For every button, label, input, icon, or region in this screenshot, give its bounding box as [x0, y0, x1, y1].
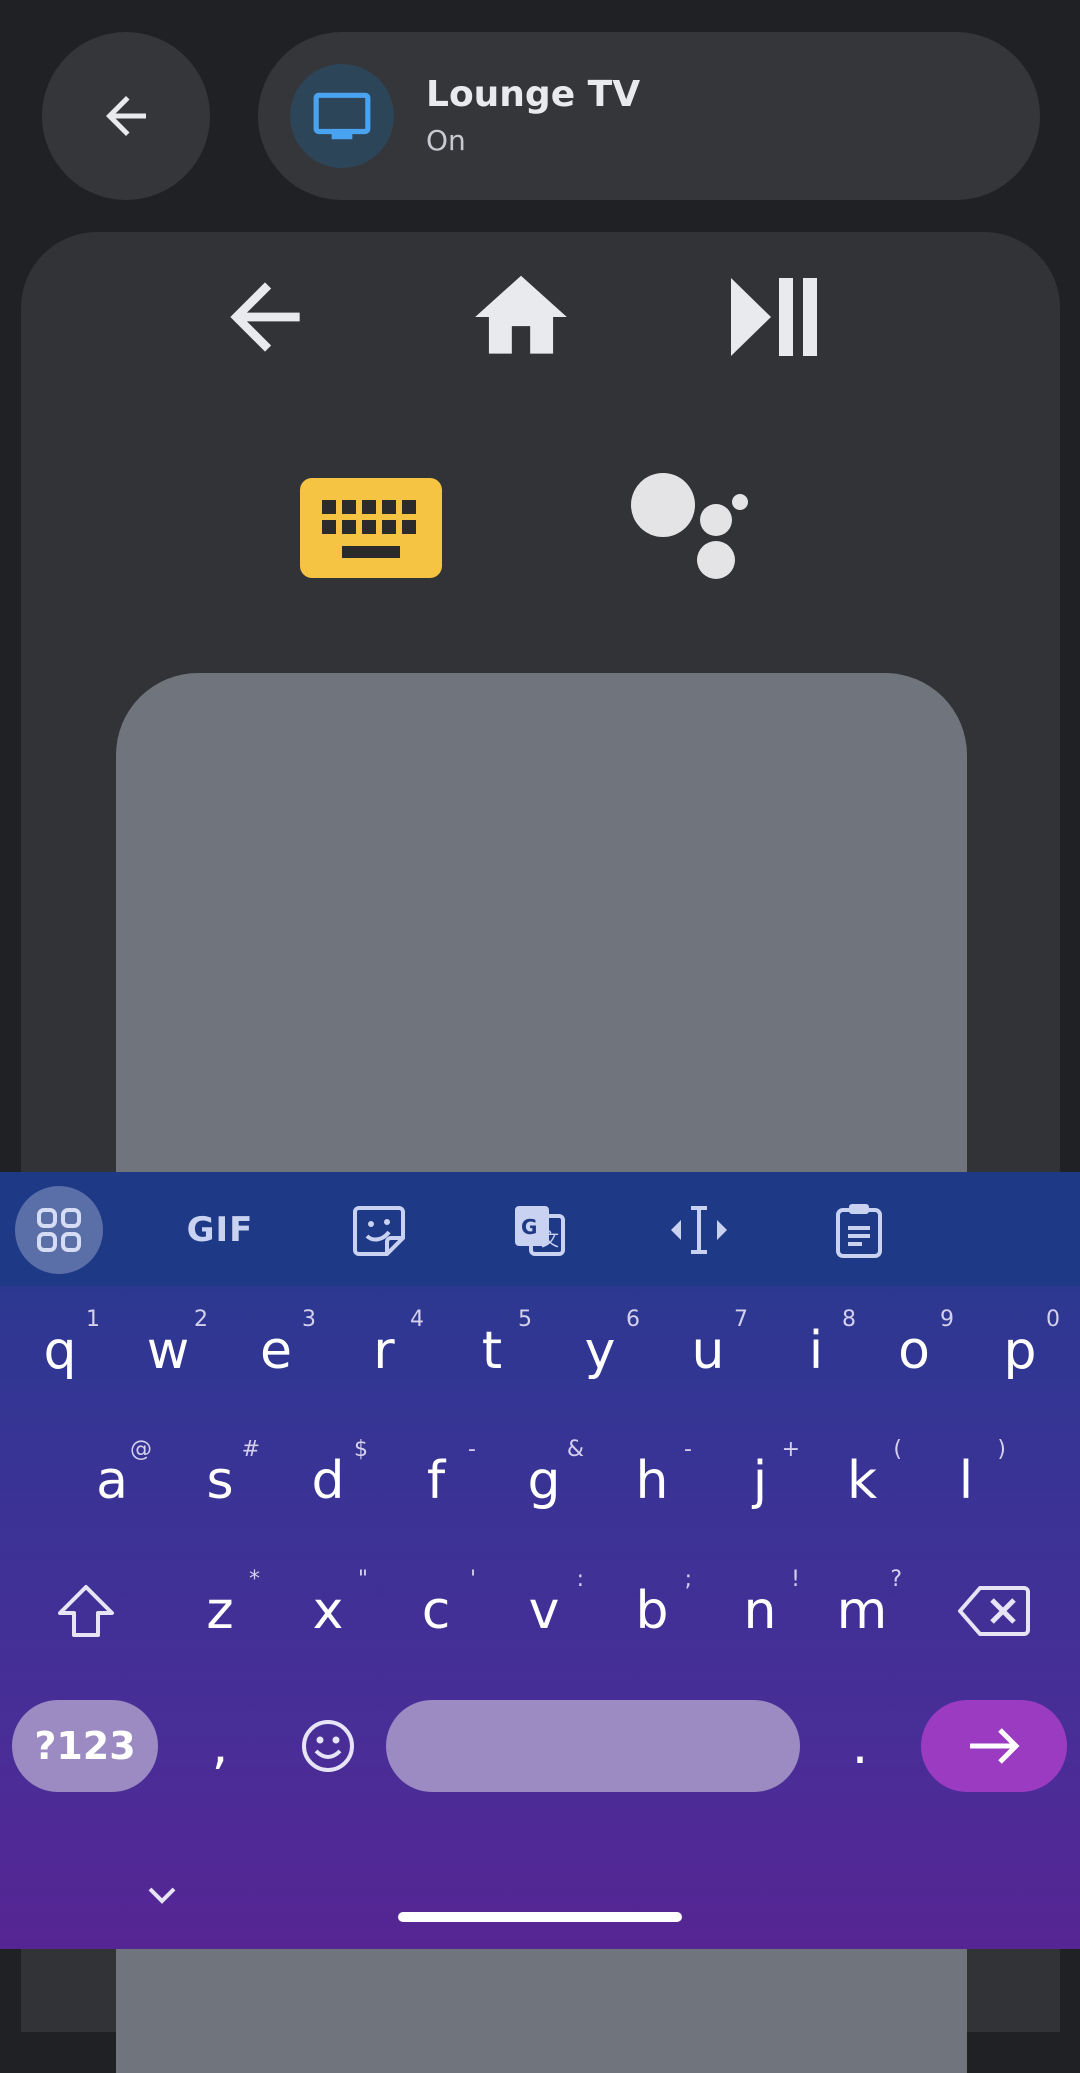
translate-icon: G 文	[515, 1206, 565, 1256]
tv-icon	[313, 92, 371, 140]
text-cursor-icon	[671, 1206, 727, 1254]
key-s[interactable]: s #	[166, 1421, 274, 1541]
translate-button[interactable]: G 文	[495, 1186, 583, 1274]
key-t[interactable]: t5	[438, 1291, 546, 1411]
shift-key[interactable]	[32, 1551, 140, 1671]
space-key[interactable]	[386, 1700, 800, 1792]
gif-button[interactable]: GIF	[175, 1186, 265, 1274]
gif-label: GIF	[186, 1210, 254, 1250]
clipboard-icon	[836, 1204, 882, 1258]
arrow-back-icon	[106, 96, 146, 136]
device-status: On	[426, 124, 466, 157]
back-button[interactable]	[42, 32, 210, 200]
key-q[interactable]: q1	[6, 1291, 114, 1411]
grid-icon	[37, 1208, 81, 1252]
soft-keyboard: GIF G 文 q 1 w 2 e 3 r 4 t 5 y 6 u 7 i 8 …	[0, 1172, 1080, 1949]
key-u[interactable]: u7	[654, 1291, 762, 1411]
home-icon	[475, 275, 567, 354]
key-h[interactable]: h-	[598, 1421, 706, 1541]
key-x[interactable]: x "	[274, 1551, 382, 1671]
backspace-key[interactable]	[940, 1551, 1048, 1671]
key-o[interactable]: o9	[860, 1291, 968, 1411]
backspace-icon	[958, 1586, 1030, 1636]
enter-key[interactable]	[921, 1700, 1067, 1792]
device-selector[interactable]: Lounge TV On	[258, 32, 1040, 200]
key-r[interactable]: r4	[330, 1291, 438, 1411]
comma-key[interactable]: ,	[166, 1686, 274, 1806]
key-a[interactable]: a @	[58, 1421, 166, 1541]
remote-home-button[interactable]	[466, 262, 576, 372]
device-icon-container	[290, 64, 394, 168]
keyboard-button[interactable]	[300, 478, 442, 578]
emoji-key[interactable]	[274, 1686, 382, 1806]
keyboard-toolbar: GIF G 文	[0, 1172, 1080, 1286]
period-key[interactable]: .	[806, 1686, 914, 1806]
hide-keyboard-button[interactable]	[142, 1880, 182, 1910]
key-v[interactable]: v:	[490, 1551, 598, 1671]
key-m[interactable]: m?	[808, 1551, 916, 1671]
key-k[interactable]: k(	[808, 1421, 916, 1541]
home-indicator[interactable]	[398, 1912, 682, 1922]
arrow-back-icon	[230, 282, 300, 352]
text-cursor-button[interactable]	[655, 1186, 743, 1274]
emoji-icon	[302, 1720, 354, 1772]
key-i[interactable]: i8	[762, 1291, 870, 1411]
clipboard-button[interactable]	[815, 1186, 903, 1274]
key-j[interactable]: j +	[706, 1421, 814, 1541]
apps-button[interactable]	[15, 1186, 103, 1274]
key-g[interactable]: g &	[490, 1421, 598, 1541]
play-pause-button[interactable]	[720, 262, 830, 372]
key-w[interactable]: w2	[114, 1291, 222, 1411]
key-d[interactable]: d $	[274, 1421, 382, 1541]
shift-icon	[58, 1585, 114, 1637]
assistant-button[interactable]	[628, 470, 752, 582]
key-n[interactable]: n!	[706, 1551, 814, 1671]
key-p[interactable]: p0	[966, 1291, 1074, 1411]
remote-back-button[interactable]	[210, 262, 320, 372]
key-c[interactable]: c '	[382, 1551, 490, 1671]
arrow-forward-icon	[970, 1728, 1020, 1764]
sticker-icon	[353, 1206, 405, 1256]
svg-text:G: G	[521, 1215, 537, 1239]
chevron-down-icon	[148, 1887, 176, 1904]
sticker-button[interactable]	[335, 1186, 423, 1274]
key-b[interactable]: b;	[598, 1551, 706, 1671]
symbols-key[interactable]: ?123	[12, 1700, 158, 1792]
device-name: Lounge TV	[426, 74, 641, 115]
key-f[interactable]: f-	[382, 1421, 490, 1541]
play-pause-icon	[731, 278, 817, 356]
keyboard-icon	[300, 478, 442, 578]
svg-text:文: 文	[541, 1230, 559, 1251]
key-z[interactable]: z *	[166, 1551, 274, 1671]
key-y[interactable]: y6	[546, 1291, 654, 1411]
assistant-icon	[631, 473, 748, 579]
key-e[interactable]: e3	[222, 1291, 330, 1411]
key-l[interactable]: l)	[912, 1421, 1020, 1541]
